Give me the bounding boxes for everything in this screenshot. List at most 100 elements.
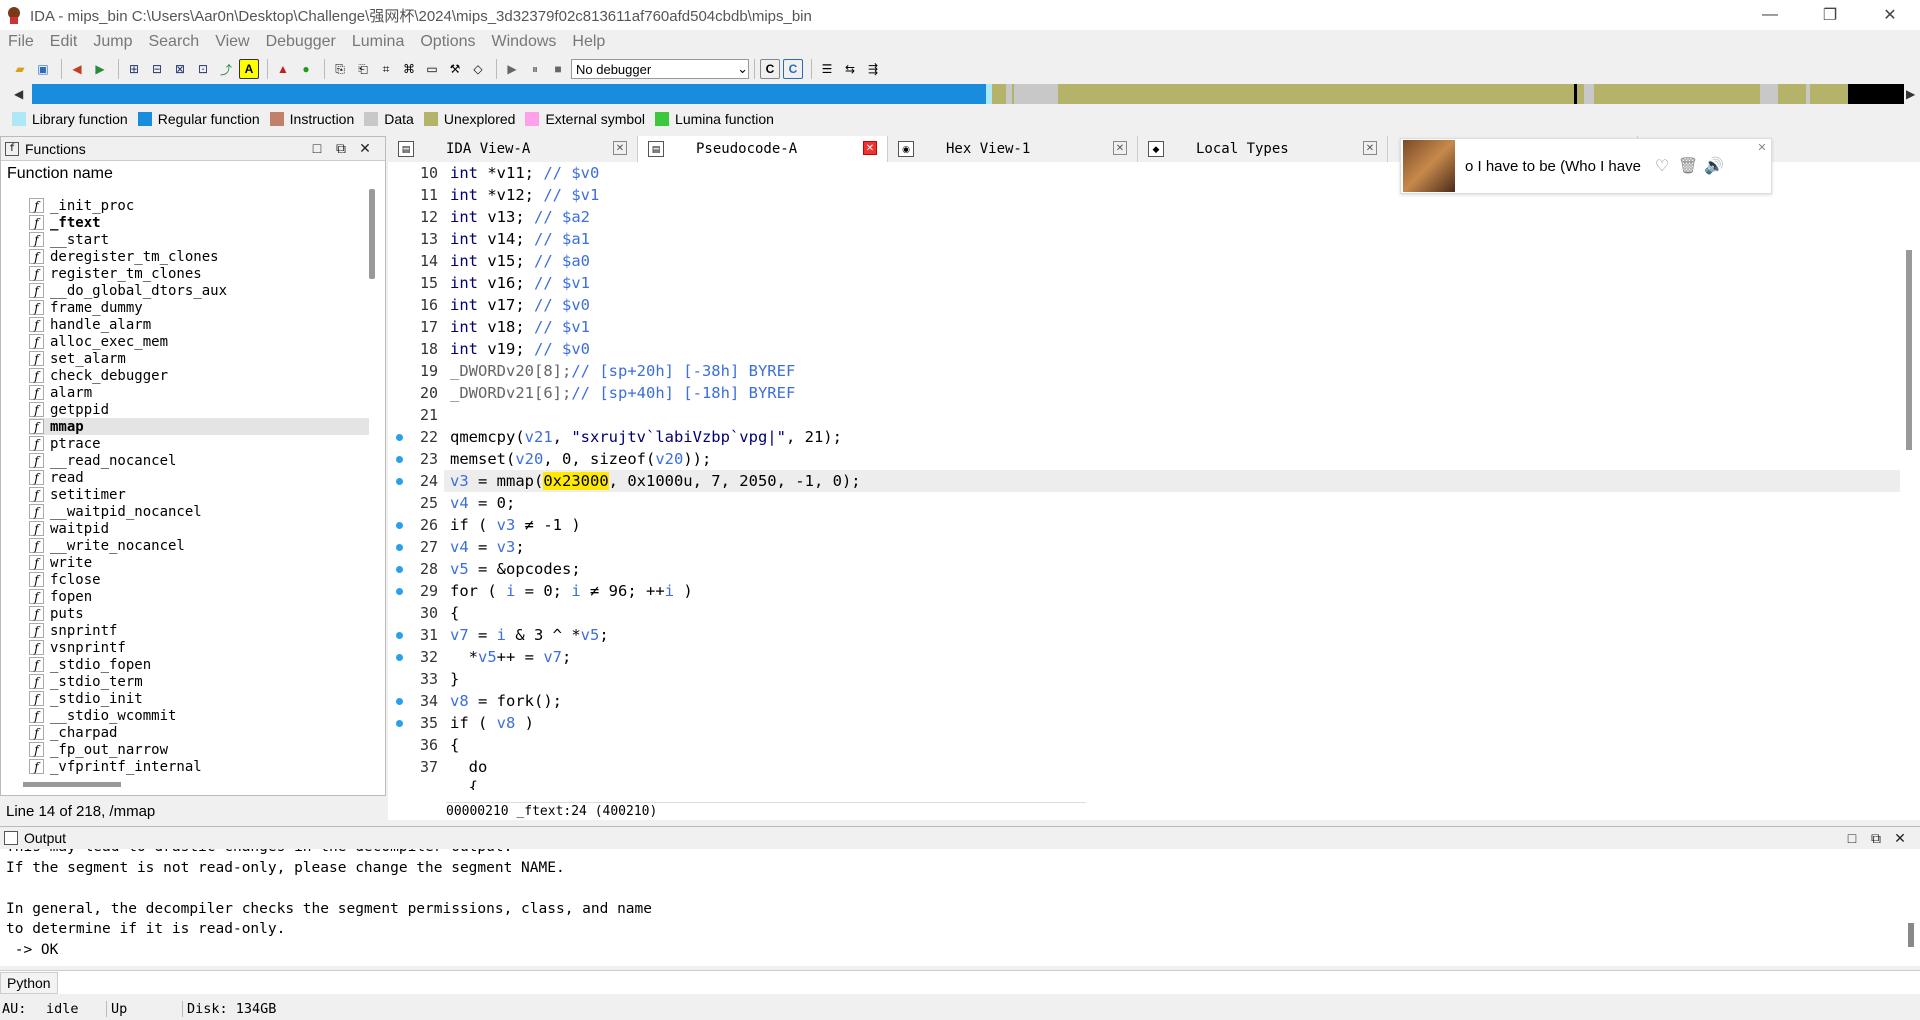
function-item[interactable]: f setitimer	[29, 486, 369, 503]
function-item[interactable]: f alarm	[29, 384, 369, 401]
function-item[interactable]: f fclose	[29, 571, 369, 588]
function-item[interactable]: f register_tm_clones	[29, 265, 369, 282]
menu-edit[interactable]: Edit	[42, 33, 86, 51]
jump-icon[interactable]: ⤴	[216, 59, 236, 79]
volume-icon[interactable]: 🔊	[1701, 156, 1727, 176]
tab-pseudocode-a[interactable]: ▤ Pseudocode-A ✕	[638, 136, 888, 162]
function-item[interactable]: f __waitpid_nocancel	[29, 503, 369, 520]
menu-file[interactable]: File	[0, 33, 42, 51]
function-item[interactable]: f mmap	[29, 418, 369, 435]
code-line[interactable]: int v13; // $a2	[444, 206, 1900, 228]
code-line[interactable]: v5 = &opcodes;	[444, 558, 1900, 580]
breakpoint-icon[interactable]: ◇	[468, 59, 488, 79]
menu-windows[interactable]: Windows	[483, 33, 564, 51]
close-button[interactable]: ✕	[1860, 0, 1920, 30]
code-line[interactable]: do	[444, 756, 1900, 778]
navigation-bar[interactable]	[32, 84, 1904, 104]
menu-options[interactable]: Options	[412, 33, 483, 51]
close-icon[interactable]: ✕	[1113, 141, 1127, 155]
function-item[interactable]: f getppid	[29, 401, 369, 418]
python-button[interactable]: Python	[0, 971, 58, 994]
back-icon[interactable]: ◀	[67, 59, 87, 79]
function-item[interactable]: f fopen	[29, 588, 369, 605]
function-item[interactable]: f handle_alarm	[29, 316, 369, 333]
function-item[interactable]: f __stdio_wcommit	[29, 707, 369, 724]
code-line[interactable]: qmemcpy(v21, "sxrujtv`labiVzbp`vpg|", 21…	[444, 426, 1900, 448]
function-item[interactable]: f __start	[29, 231, 369, 248]
command-input[interactable]	[58, 972, 1920, 994]
function-item[interactable]: f _init_proc	[29, 197, 369, 214]
tab-ida-view-a[interactable]: ▤ IDA View-A ✕	[388, 136, 638, 162]
code-line[interactable]: {	[444, 734, 1900, 756]
code-line-current[interactable]: v3 = mmap(0x23000, 0x1000u, 7, 2050, -1,…	[444, 470, 1900, 492]
nav-right-icon[interactable]: ▶	[1906, 87, 1915, 101]
code-line[interactable]: if ( v8 )	[444, 712, 1900, 734]
search-text-icon[interactable]: ⊞	[124, 59, 144, 79]
close-icon[interactable]: ✕	[1755, 141, 1769, 154]
search-bin-icon[interactable]: ⊟	[147, 59, 167, 79]
code-line[interactable]: int v16; // $v1	[444, 272, 1900, 294]
float-icon[interactable]: ⧉	[329, 140, 353, 157]
function-item[interactable]: f __do_global_dtors_aux	[29, 282, 369, 299]
close-icon[interactable]: ✕	[353, 140, 377, 157]
forward-icon[interactable]: ▶	[90, 59, 110, 79]
tab-hex-view-1[interactable]: ◉ Hex View-1 ✕	[888, 136, 1138, 162]
function-item[interactable]: f _stdio_init	[29, 690, 369, 707]
patch-icon[interactable]: ⚒	[445, 59, 465, 79]
horizontal-scrollbar[interactable]	[23, 782, 121, 787]
code-line[interactable]: int v18; // $v1	[444, 316, 1900, 338]
debugger-select[interactable]: No debugger ⌄	[571, 59, 749, 79]
enum-icon[interactable]: ⌘	[399, 59, 419, 79]
xref-icon[interactable]: ⇆	[840, 59, 860, 79]
maximize-icon[interactable]: □	[305, 140, 329, 157]
function-name-header[interactable]: Function name	[1, 161, 385, 185]
struct-icon[interactable]: ⌗	[376, 59, 396, 79]
menu-search[interactable]: Search	[140, 33, 207, 51]
function-item[interactable]: f check_debugger	[29, 367, 369, 384]
search-next-icon[interactable]: ⊡	[193, 59, 213, 79]
code-line[interactable]: v4 = v3;	[444, 536, 1900, 558]
tab-local-types[interactable]: ◆ Local Types ✕	[1138, 136, 1388, 162]
function-item[interactable]: f _charpad	[29, 724, 369, 741]
copy-icon[interactable]: ⎘	[330, 59, 350, 79]
function-item[interactable]: f ptrace	[29, 435, 369, 452]
code-line[interactable]: int v14; // $a1	[444, 228, 1900, 250]
nav-left-icon[interactable]: ◀	[14, 87, 23, 101]
trash-icon[interactable]: 🗑	[1675, 156, 1701, 176]
code-line[interactable]: for ( i = 0; i ≠ 96; ++ i )	[444, 580, 1900, 602]
pause-icon[interactable]: ⏸	[525, 59, 545, 79]
media-popup[interactable]: o I have to be (Who I have ♡ 🗑 🔊 ✕	[1400, 138, 1772, 194]
code-line[interactable]: v4 = 0;	[444, 492, 1900, 514]
lumina-icon[interactable]: ●	[296, 59, 316, 79]
graph-icon[interactable]: ▲	[273, 59, 293, 79]
stop-icon[interactable]: ■	[548, 59, 568, 79]
paste-icon[interactable]: ⎗	[353, 59, 373, 79]
function-item[interactable]: f _ftext	[29, 214, 369, 231]
menu-view[interactable]: View	[207, 33, 257, 51]
code-line[interactable]: {	[444, 602, 1900, 624]
menu-jump[interactable]: Jump	[85, 33, 140, 51]
code-line[interactable]: _DWORD v20[8]; // [sp+20h] [-38h] BYREF	[444, 360, 1900, 382]
search-imm-icon[interactable]: ⊠	[170, 59, 190, 79]
outline-icon[interactable]: ⇶	[863, 59, 883, 79]
code-line[interactable]: v7 = i & 3 ^ * v5;	[444, 624, 1900, 646]
close-icon[interactable]: ✕	[863, 141, 877, 155]
function-item[interactable]: f write	[29, 554, 369, 571]
function-item[interactable]: f vsnprintf	[29, 639, 369, 656]
code-line[interactable]: v8 = fork();	[444, 690, 1900, 712]
code-line[interactable]: int v19; // $v0	[444, 338, 1900, 360]
function-item[interactable]: f deregister_tm_clones	[29, 248, 369, 265]
vertical-scrollbar[interactable]	[1906, 250, 1912, 450]
function-item[interactable]: f _fp_out_narrow	[29, 741, 369, 758]
code-line[interactable]: }	[444, 668, 1900, 690]
decompile-all-icon[interactable]: C	[783, 59, 803, 79]
close-icon[interactable]: ✕	[1363, 141, 1377, 155]
float-icon[interactable]: ⧉	[1864, 830, 1888, 847]
code-line[interactable]: * v5 ++ = v7;	[444, 646, 1900, 668]
function-item[interactable]: f snprintf	[29, 622, 369, 639]
minimize-button[interactable]: —	[1740, 0, 1800, 30]
function-item[interactable]: f __write_nocancel	[29, 537, 369, 554]
code-line[interactable]: int v17; // $v0	[444, 294, 1900, 316]
function-item[interactable]: f waitpid	[29, 520, 369, 537]
open-icon[interactable]: ▰	[10, 59, 30, 79]
